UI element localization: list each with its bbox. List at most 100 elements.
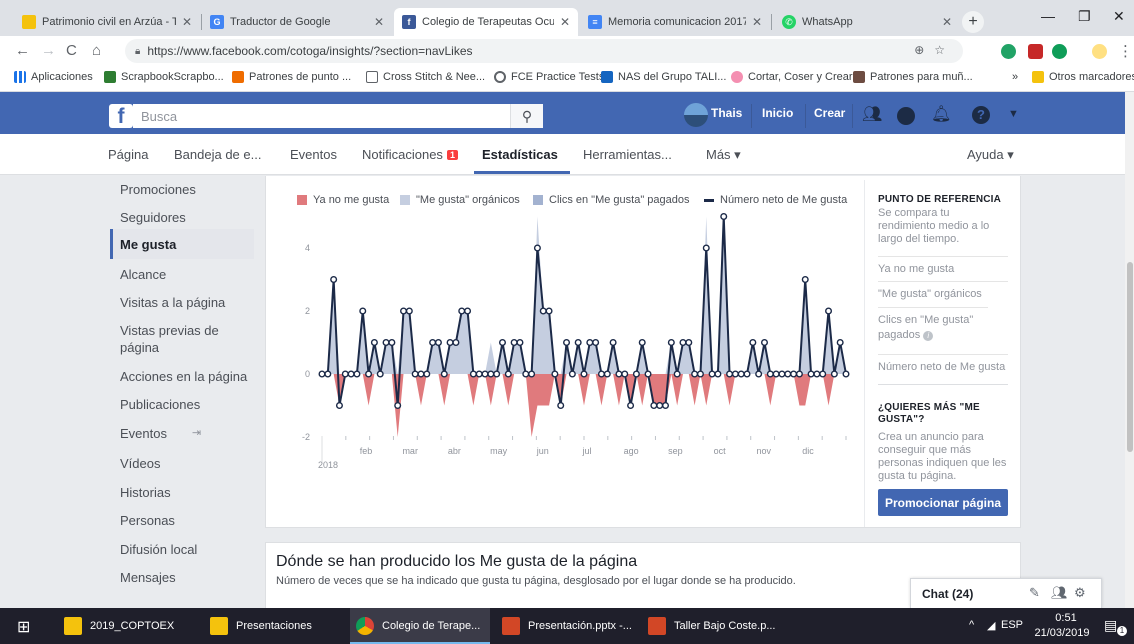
taskbar-item-taller[interactable]: Taller Bajo Coste.p...	[642, 608, 782, 644]
create-link[interactable]: Crear	[814, 106, 845, 120]
bookmark-nas[interactable]: NAS del Grupo TALI...	[601, 71, 726, 83]
bookmark-fce[interactable]: FCE Practice Tests	[494, 71, 604, 83]
clock-time[interactable]: 0:51	[1040, 612, 1092, 624]
benchmark-unlikes[interactable]: Ya no me gusta	[878, 256, 1008, 277]
menu-publicaciones[interactable]: Publicaciones	[120, 396, 254, 413]
legend-label: Número neto de Me gusta	[720, 194, 848, 206]
tab-close-icon[interactable]: ✕	[560, 15, 570, 29]
tab-eventos[interactable]: Eventos	[290, 147, 337, 162]
tab-close-icon[interactable]: ✕	[942, 15, 952, 29]
help-icon[interactable]: ?	[972, 106, 990, 124]
home-link[interactable]: Inicio	[762, 106, 793, 120]
menu-difusion-local[interactable]: Difusión local	[120, 541, 254, 558]
group-chat-icon[interactable]: 👥︎	[1051, 585, 1068, 601]
menu-eventos[interactable]: Eventos	[120, 425, 180, 442]
extension-grammarly-icon[interactable]	[1052, 44, 1067, 59]
wifi-icon[interactable]: ◢	[987, 619, 995, 632]
taskbar-item-coptoex[interactable]: 2019_COPTOEX	[58, 608, 198, 644]
divider	[878, 384, 1008, 390]
search-input[interactable]	[133, 104, 543, 128]
search-icon[interactable]: ⚲	[510, 104, 543, 128]
tab-colegio[interactable]: f Colegio de Terapeutas Ocupac ✕	[394, 8, 578, 36]
tab-translate[interactable]: G Traductor de Google ✕	[202, 8, 392, 36]
tab-close-icon[interactable]: ✕	[752, 15, 762, 29]
other-bookmarks[interactable]: Otros marcadores	[1032, 71, 1134, 83]
bookmark-apps[interactable]: Aplicaciones	[14, 71, 93, 83]
menu-alcance[interactable]: Alcance	[120, 266, 254, 283]
gear-icon[interactable]: ⚙	[1074, 585, 1086, 601]
menu-vistas-previas[interactable]: Vistas previas de página	[120, 322, 232, 356]
bookmarks-overflow[interactable]: »	[1012, 71, 1018, 83]
bookmark-patrones-punto[interactable]: Patrones de punto ...	[232, 71, 351, 83]
menu-mensajes[interactable]: Mensajes	[120, 569, 254, 586]
zoom-star-icons[interactable]: ⊕☆	[914, 43, 955, 57]
facebook-logo-icon[interactable]: f	[109, 104, 133, 128]
profile-link[interactable]: Thais	[711, 106, 742, 120]
benchmark-organic[interactable]: "Me gusta" orgánicos	[878, 281, 1008, 302]
menu-historias[interactable]: Historias	[120, 484, 254, 501]
info-icon[interactable]: i	[923, 331, 934, 341]
scrollbar-thumb[interactable]	[1127, 262, 1133, 452]
tab-pagina[interactable]: Página	[108, 147, 148, 162]
extension-red-icon[interactable]	[1028, 44, 1043, 59]
promote-page-button[interactable]: Promocionar página	[878, 489, 1008, 516]
tray-chevron-icon[interactable]: ^	[969, 619, 974, 631]
menu-me-gusta[interactable]: Me gusta	[120, 236, 254, 253]
menu-promociones[interactable]: Promociones	[120, 181, 254, 198]
forward-arrow-icon[interactable]: →	[41, 42, 56, 59]
notifications-bell-icon[interactable]: 🔔︎	[931, 104, 951, 124]
restore-icon[interactable]: ❐	[1078, 8, 1091, 25]
bookmark-scrapbook[interactable]: ScrapbookScrapbo...	[104, 71, 224, 83]
benchmark-paid[interactable]: Clics en "Me gusta" pagados i	[878, 307, 988, 343]
minimize-icon[interactable]: —	[1041, 8, 1055, 24]
menu-visitas[interactable]: Visitas a la página	[120, 294, 254, 311]
account-menu-caret-icon[interactable]: ▼	[1008, 108, 1019, 120]
avatar[interactable]	[684, 103, 708, 127]
friends-icon[interactable]: 👥︎	[862, 104, 882, 124]
taskbar-item-pptx[interactable]: Presentación.pptx -...	[496, 608, 636, 644]
legend-unlikes[interactable]: Ya no me gusta	[297, 194, 389, 206]
taskbar-item-presentaciones[interactable]: Presentaciones	[204, 608, 344, 644]
tab-herramientas[interactable]: Herramientas...	[583, 147, 672, 162]
legend-organic[interactable]: "Me gusta" orgánicos	[400, 194, 520, 206]
tab-whatsapp[interactable]: ✆ WhatsApp ✕	[774, 8, 960, 36]
benchmark-net[interactable]: Número neto de Me gusta	[878, 354, 1008, 375]
bookmark-patrones-munecas[interactable]: Patrones para muñ...	[853, 71, 973, 83]
chat-label[interactable]: Chat (24)	[922, 587, 973, 601]
language-indicator[interactable]: ESP	[1001, 619, 1023, 631]
menu-personas[interactable]: Personas	[120, 512, 254, 529]
menu-seguidores[interactable]: Seguidores	[120, 209, 254, 226]
action-center-icon[interactable]: ▤	[1104, 617, 1117, 634]
help-menu[interactable]: Ayuda ▾	[967, 147, 1014, 163]
tab-label: Notificaciones	[362, 147, 443, 162]
tab-mas[interactable]: Más ▾	[706, 147, 741, 163]
menu-videos[interactable]: Vídeos	[120, 455, 254, 472]
tab-patrimonio[interactable]: Patrimonio civil en Arzúa - Turi ✕	[14, 8, 200, 36]
legend-paid[interactable]: Clics en "Me gusta" pagados	[533, 194, 690, 206]
taskbar-item-chrome[interactable]: Colegio de Terape...	[350, 608, 490, 644]
tab-close-icon[interactable]: ✕	[182, 15, 192, 29]
menu-acciones[interactable]: Acciones en la página	[120, 368, 254, 385]
net-likes-point	[743, 370, 751, 378]
tab-bandeja[interactable]: Bandeja de e...	[174, 147, 261, 162]
messenger-icon[interactable]	[897, 107, 915, 125]
tab-notificaciones[interactable]: Notificaciones 1	[362, 147, 458, 162]
tab-estadisticas[interactable]: Estadísticas	[482, 147, 558, 162]
close-window-icon[interactable]: ✕	[1113, 8, 1125, 25]
tab-close-icon[interactable]: ✕	[374, 15, 384, 29]
bookmark-cross-stitch[interactable]: Cross Stitch & Nee...	[366, 71, 485, 83]
tab-memoria[interactable]: ≡ Memoria comunicacion 2017 - ✕	[580, 8, 770, 36]
back-arrow-icon[interactable]: ←	[15, 42, 30, 59]
omnibox[interactable]: 🔒︎ https://www.facebook.com/cotoga/insig…	[125, 39, 963, 63]
new-message-icon[interactable]: ✎	[1029, 585, 1040, 601]
home-icon[interactable]: ⌂	[92, 42, 101, 59]
windows-start-icon[interactable]: ⊞	[17, 617, 30, 637]
new-tab-button[interactable]: +	[962, 11, 984, 33]
extension-green-icon[interactable]	[1001, 44, 1016, 59]
bookmark-cortar[interactable]: Cortar, Coser y Crear	[731, 71, 853, 83]
menu-kebab-icon[interactable]: ⋮	[1118, 42, 1133, 60]
clock-date[interactable]: 21/03/2019	[1032, 627, 1092, 639]
legend-net[interactable]: Número neto de Me gusta	[704, 194, 847, 206]
reload-icon[interactable]: C	[66, 42, 77, 59]
profile-icon[interactable]	[1092, 44, 1107, 59]
